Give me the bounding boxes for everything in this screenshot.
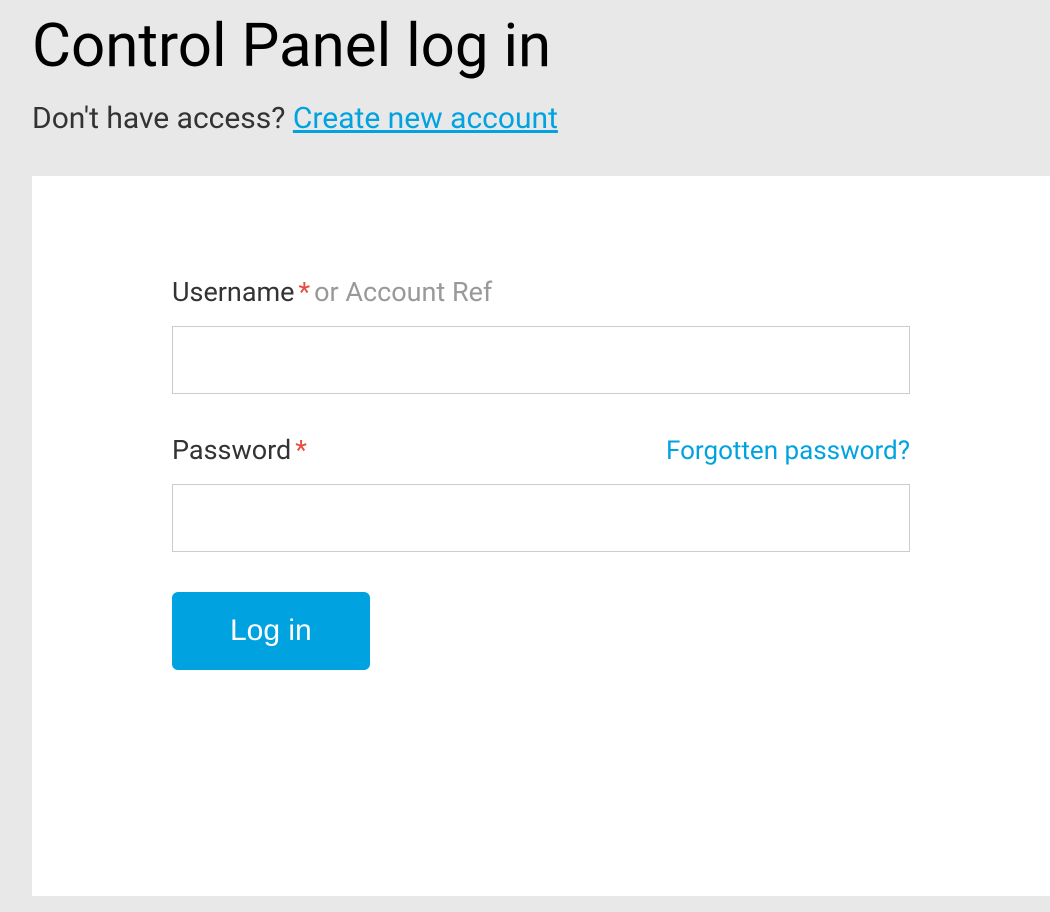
username-group: Username * or Account Ref [172,276,910,394]
password-group: Password * Forgotten password? [172,434,910,552]
password-label-row: Password * Forgotten password? [172,434,910,466]
page-header: Control Panel log in Don't have access? … [0,0,1050,176]
password-label: Password [172,434,291,466]
username-label-wrap: Username * or Account Ref [172,276,492,308]
required-star-icon: * [295,434,307,466]
login-button[interactable]: Log in [172,592,370,670]
username-label: Username [172,276,295,308]
required-star-icon: * [298,276,310,308]
username-label-row: Username * or Account Ref [172,276,910,308]
password-label-wrap: Password * [172,434,307,466]
subtitle-prefix: Don't have access? [32,101,293,136]
create-account-link[interactable]: Create new account [293,101,558,136]
password-input[interactable] [172,484,910,552]
forgotten-password-link[interactable]: Forgotten password? [666,436,910,466]
username-hint: or Account Ref [314,276,492,308]
subtitle: Don't have access? Create new account [32,101,1018,136]
username-input[interactable] [172,326,910,394]
page-title: Control Panel log in [32,10,1018,81]
login-form-card: Username * or Account Ref Password * For… [32,176,1050,896]
